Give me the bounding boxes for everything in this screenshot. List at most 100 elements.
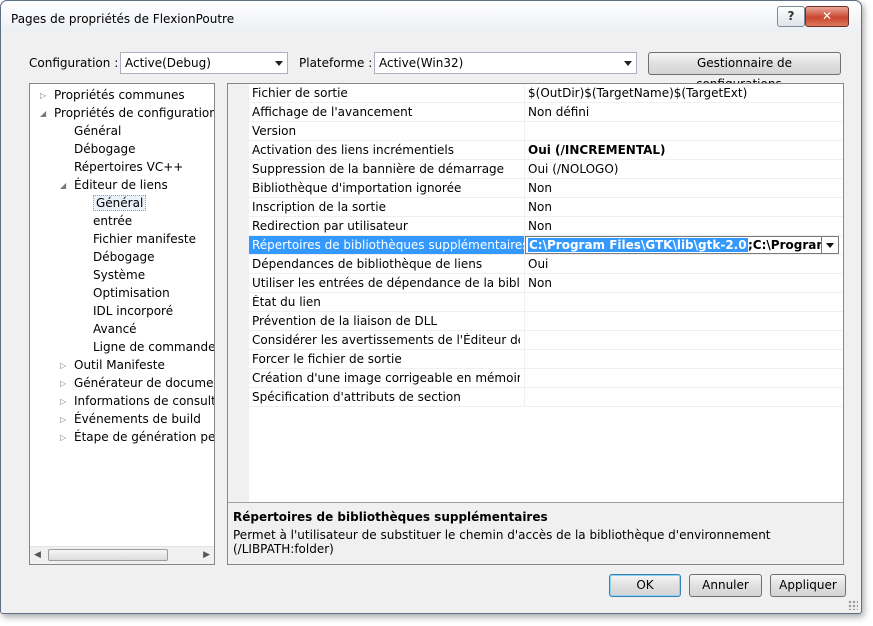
- property-row[interactable]: Prévention de la liaison de DLL: [249, 312, 843, 331]
- tree-item[interactable]: ▷ Générateur de document XML: [60, 375, 214, 392]
- property-row[interactable]: État du lien: [249, 293, 843, 312]
- column-divider[interactable]: [524, 274, 525, 293]
- configuration-manager-button[interactable]: Gestionnaire de configurations...: [648, 52, 841, 91]
- grid-gutter: [228, 84, 249, 502]
- apply-button[interactable]: Appliquer: [770, 574, 846, 597]
- column-divider[interactable]: [524, 160, 525, 179]
- property-name: Forcer le fichier de sortie: [252, 352, 402, 366]
- property-row[interactable]: Affichage de l'avancement Non défini: [249, 103, 843, 122]
- expand-arrow-icon[interactable]: ▷: [60, 411, 70, 428]
- chevron-down-icon: [624, 61, 632, 66]
- tree-item[interactable]: IDL incorporé: [93, 303, 173, 320]
- configuration-label: Configuration :: [29, 56, 119, 70]
- column-divider[interactable]: [524, 103, 525, 122]
- expand-arrow-icon[interactable]: ▷: [60, 393, 70, 410]
- tree-item[interactable]: ▷ Outil Manifeste: [60, 357, 165, 374]
- tree-item[interactable]: ◢ Éditeur de liens: [60, 177, 168, 194]
- property-row[interactable]: Forcer le fichier de sortie: [249, 350, 843, 369]
- tree-item[interactable]: Débogage: [74, 141, 136, 158]
- property-name: Activation des liens incrémentiels: [252, 143, 454, 157]
- chevron-down-icon: [826, 243, 834, 248]
- description-title: Répertoires de bibliothèques supplémenta…: [233, 510, 548, 524]
- tree-item-label: Propriétés de configuration: [54, 106, 215, 120]
- property-row[interactable]: Dépendances de bibliothèque de liens Oui: [249, 255, 843, 274]
- property-row[interactable]: Bibliothèque d'importation ignorée Non: [249, 179, 843, 198]
- tree-item-label: Outil Manifeste: [74, 358, 165, 372]
- tree-item-label: Informations de consultation: [74, 394, 214, 408]
- column-divider[interactable]: [524, 388, 525, 407]
- expand-arrow-icon[interactable]: ▷: [40, 87, 50, 104]
- scroll-left-icon[interactable]: ◀: [34, 550, 41, 560]
- configuration-select[interactable]: Active(Debug): [120, 52, 288, 74]
- property-row[interactable]: Version: [249, 122, 843, 141]
- tree-item[interactable]: Système: [93, 267, 145, 284]
- tree-item[interactable]: ▷ Propriétés communes: [40, 87, 185, 104]
- property-row[interactable]: Création d'une image corrigeable en mémo…: [249, 369, 843, 388]
- property-row[interactable]: Suppression de la bannière de démarrage O…: [249, 160, 843, 179]
- property-value-editor[interactable]: C:\Program Files\GTK\lib\gtk-2.0 ;C:\Prog…: [525, 236, 839, 254]
- value-dropdown-button[interactable]: [821, 237, 838, 253]
- tree-item[interactable]: entrée: [93, 213, 132, 230]
- collapse-arrow-icon[interactable]: ◢: [60, 177, 70, 194]
- property-name: Prévention de la liaison de DLL: [252, 314, 438, 328]
- column-divider[interactable]: [524, 84, 525, 103]
- tree-item[interactable]: Fichier manifeste: [93, 231, 196, 248]
- property-row[interactable]: Considérer les avertissements de l'Édite…: [249, 331, 843, 350]
- chevron-down-icon: [275, 61, 283, 66]
- column-divider[interactable]: [524, 369, 525, 388]
- property-value: Non: [528, 219, 552, 233]
- description-panel: Répertoires de bibliothèques supplémenta…: [228, 502, 843, 564]
- property-name: Spécification d'attributs de section: [252, 390, 461, 404]
- property-name: Fichier de sortie: [252, 86, 348, 100]
- property-row[interactable]: Utiliser les entrées de dépendance de la…: [249, 274, 843, 293]
- resize-grip-icon[interactable]: [848, 600, 858, 610]
- column-divider[interactable]: [524, 255, 525, 274]
- platform-select[interactable]: Active(Win32): [374, 52, 637, 74]
- close-button[interactable]: ✕: [805, 6, 849, 27]
- tree-item-label: Général: [74, 124, 122, 138]
- tree-item-label: Événements de build: [74, 412, 201, 426]
- property-row[interactable]: Spécification d'attributs de section: [249, 388, 843, 407]
- tree-item[interactable]: Ligne de commande: [93, 339, 214, 356]
- column-divider[interactable]: [524, 312, 525, 331]
- tree-item[interactable]: ▷ Informations de consultation: [60, 393, 214, 410]
- tree-item[interactable]: Débogage: [93, 249, 155, 266]
- column-divider[interactable]: [524, 122, 525, 141]
- tree-item[interactable]: ▷ Étape de génération personnalisée: [60, 429, 215, 446]
- tree-item[interactable]: Optimisation: [93, 285, 170, 302]
- property-row[interactable]: Redirection par utilisateur Non: [249, 217, 843, 236]
- column-divider[interactable]: [524, 198, 525, 217]
- column-divider[interactable]: [524, 141, 525, 160]
- expand-arrow-icon[interactable]: ▷: [60, 375, 70, 392]
- property-row[interactable]: Fichier de sortie $(OutDir)$(TargetName)$…: [249, 84, 843, 103]
- tree-item[interactable]: Général: [74, 123, 121, 140]
- property-row[interactable]: Répertoires de bibliothèques supplémenta…: [249, 236, 843, 255]
- column-divider[interactable]: [524, 179, 525, 198]
- column-divider[interactable]: [524, 217, 525, 236]
- column-divider[interactable]: [524, 350, 525, 369]
- tree-item[interactable]: Répertoires VC++: [74, 159, 183, 176]
- tree-horizontal-scrollbar[interactable]: ◀ ▶: [30, 546, 214, 564]
- property-grid[interactable]: Fichier de sortie $(OutDir)$(TargetName)$…: [227, 83, 844, 565]
- help-button[interactable]: ?: [777, 6, 805, 27]
- tree-item[interactable]: Général: [93, 195, 147, 212]
- column-divider[interactable]: [524, 293, 525, 312]
- collapse-arrow-icon[interactable]: ◢: [40, 105, 50, 122]
- cancel-button[interactable]: Annuler: [689, 574, 762, 597]
- tree-item[interactable]: ▷ Événements de build: [60, 411, 201, 428]
- property-name: État du lien: [252, 295, 321, 309]
- column-divider[interactable]: [524, 331, 525, 350]
- expand-arrow-icon[interactable]: ▷: [60, 357, 70, 374]
- property-row[interactable]: Inscription de la sortie Non: [249, 198, 843, 217]
- tree-item[interactable]: ◢ Propriétés de configuration: [40, 105, 215, 122]
- scrollbar-thumb[interactable]: [48, 549, 168, 561]
- ok-button[interactable]: OK: [609, 574, 681, 597]
- scroll-right-icon[interactable]: ▶: [203, 550, 210, 560]
- expand-arrow-icon[interactable]: ▷: [60, 429, 70, 446]
- tree-item-label: entrée: [93, 214, 133, 228]
- category-tree[interactable]: ▷ Propriétés communes ◢ Propriétés de confi…: [29, 83, 215, 565]
- property-name: Bibliothèque d'importation ignorée: [252, 181, 462, 195]
- tree-item[interactable]: Avancé: [93, 321, 137, 338]
- property-row[interactable]: Activation des liens incrémentiels Oui (/…: [249, 141, 843, 160]
- tree-item-label: Étape de génération personnalisée: [74, 430, 215, 444]
